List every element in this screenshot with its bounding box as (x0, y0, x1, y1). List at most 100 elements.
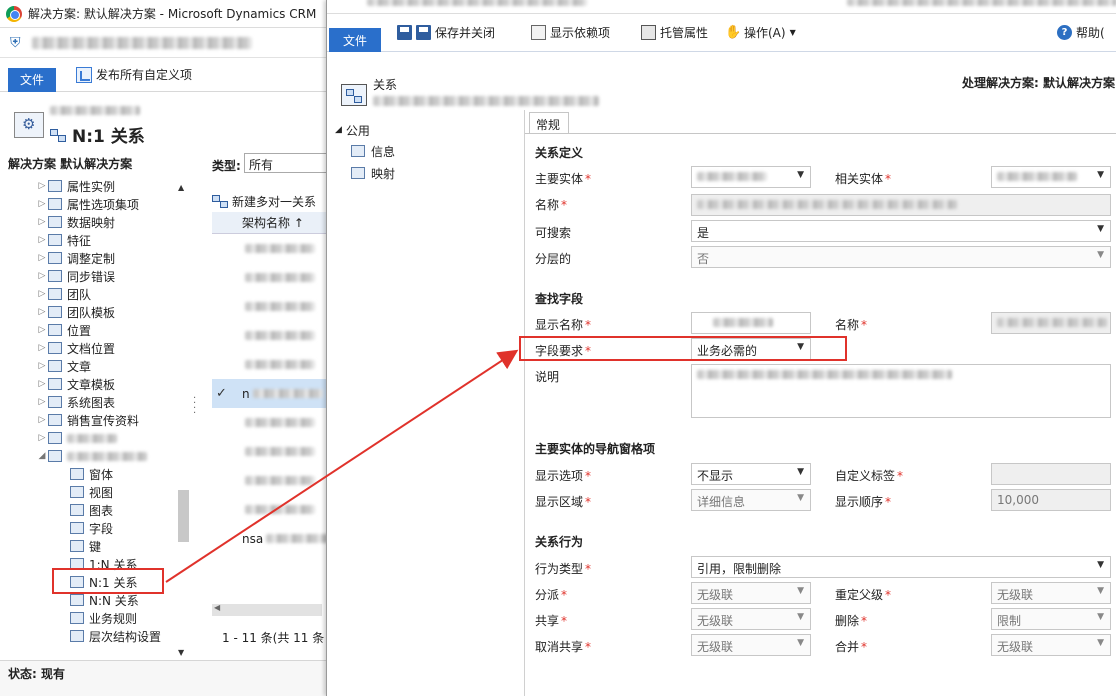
back-file-tab[interactable]: 文件 (8, 67, 56, 92)
table-row[interactable] (212, 234, 330, 263)
expand-icon[interactable]: ▷ (36, 289, 48, 299)
show-dependencies-button[interactable]: 显示依赖项 (531, 24, 610, 41)
tree-item[interactable]: ▷ 特征 (0, 231, 198, 249)
tree-scroll-down[interactable]: ▼ (178, 648, 184, 657)
tree-item[interactable]: 图表 (0, 501, 198, 519)
actions-menu[interactable]: ✋ 操作(A) ▼ (725, 24, 796, 41)
address-bar[interactable]: ⛨ (0, 28, 329, 58)
splitter-handle[interactable]: · · · · (193, 394, 196, 419)
primary-entity-select[interactable]: ▼ (691, 166, 811, 188)
managed-properties-button[interactable]: 托管属性 (641, 24, 708, 41)
type-select[interactable]: 所有 (244, 153, 330, 173)
delete-select[interactable]: 限制 ▼ (991, 608, 1111, 630)
nav-item-info[interactable]: 信息 (351, 140, 522, 162)
tree-item[interactable]: ▷ 文档位置 (0, 339, 198, 357)
tree-item[interactable]: ▷ 数据映射 (0, 213, 198, 231)
grid-hscroll[interactable] (212, 603, 322, 616)
expand-icon[interactable]: ▷ (36, 235, 48, 245)
tree-scrollbar[interactable] (178, 490, 189, 542)
display-area-select[interactable]: 详细信息 ▼ (691, 489, 811, 511)
expand-icon[interactable]: ▷ (36, 217, 48, 227)
table-row[interactable]: ✓ n (212, 379, 330, 408)
relationship-icon (212, 194, 228, 208)
tree-item[interactable]: ◢ (0, 447, 198, 465)
front-file-tab[interactable]: 文件 (329, 28, 381, 52)
nav-common[interactable]: ◢ 公用 (335, 120, 522, 140)
tree-item[interactable]: ▷ 调整定制 (0, 249, 198, 267)
table-row[interactable] (212, 437, 330, 466)
nav-item-mapping[interactable]: 映射 (351, 162, 522, 184)
expand-icon[interactable]: ▷ (36, 343, 48, 353)
node-icon (48, 270, 62, 282)
tree-item-label: 层次结构设置 (89, 629, 162, 644)
info-icon (351, 145, 365, 157)
help-button[interactable]: ? 帮助( (1057, 24, 1105, 41)
table-row[interactable] (212, 466, 330, 495)
hierarchical-select[interactable]: 否 ▼ (691, 246, 1111, 268)
tree-item[interactable]: 键 (0, 537, 198, 555)
lookup-name-field[interactable] (991, 312, 1111, 334)
tree-item[interactable]: ▷ (0, 429, 198, 447)
tree-item[interactable]: 窗体 (0, 465, 198, 483)
behavior-type-select[interactable]: 引用，限制删除 ▼ (691, 556, 1111, 578)
chevron-down-icon: ◢ (335, 125, 342, 135)
table-row[interactable] (212, 321, 330, 350)
tree-item[interactable]: ▷ 文章 (0, 357, 198, 375)
expand-icon[interactable]: ▷ (36, 325, 48, 335)
tree-item[interactable]: 视图 (0, 483, 198, 501)
unshare-select[interactable]: 无级联 ▼ (691, 634, 811, 656)
tree-item[interactable]: ▷ 团队模板 (0, 303, 198, 321)
expand-icon[interactable]: ▷ (36, 253, 48, 263)
expand-icon[interactable]: ▷ (36, 415, 48, 425)
table-row[interactable] (212, 292, 330, 321)
name-field[interactable] (691, 194, 1111, 216)
label-display-option: 显示选项 * (535, 469, 592, 483)
tree-item[interactable]: ▷ 位置 (0, 321, 198, 339)
table-row[interactable] (212, 263, 330, 292)
tree-item[interactable]: 层次结构设置 (0, 627, 198, 645)
tree-item[interactable]: 字段 (0, 519, 198, 537)
display-order-field[interactable]: 10,000 (991, 489, 1111, 511)
tree-item[interactable]: ▷ 属性实例 (0, 177, 198, 195)
table-row[interactable] (212, 408, 330, 437)
expand-icon[interactable]: ▷ (36, 307, 48, 317)
share-select[interactable]: 无级联 ▼ (691, 608, 811, 630)
expand-icon[interactable]: ▷ (36, 379, 48, 389)
tab-general[interactable]: 常规 (529, 112, 569, 134)
check-icon[interactable]: ✓ (216, 386, 227, 401)
tree-item[interactable]: ▷ 文章模板 (0, 375, 198, 393)
display-option-select[interactable]: 不显示 ▼ (691, 463, 811, 485)
expand-icon[interactable]: ▷ (36, 361, 48, 371)
custom-label-field[interactable] (991, 463, 1111, 485)
reparent-select[interactable]: 无级联 ▼ (991, 582, 1111, 604)
tree-item[interactable]: ▷ 属性选项集项 (0, 195, 198, 213)
label-lookup-name: 名称 * (835, 318, 868, 332)
table-row[interactable] (212, 495, 330, 524)
grid-header-schema-name[interactable]: 架构名称 ↑ (212, 212, 330, 234)
expand-icon[interactable]: ▷ (36, 199, 48, 209)
tree-item[interactable]: ▷ 同步错误 (0, 267, 198, 285)
table-row[interactable] (212, 350, 330, 379)
display-name-field[interactable] (691, 312, 811, 334)
table-row[interactable]: nsa (212, 524, 330, 553)
assign-select[interactable]: 无级联 ▼ (691, 582, 811, 604)
tree-item[interactable]: ▷ 销售宣传资料 (0, 411, 198, 429)
tree-scroll-up[interactable]: ▲ (178, 183, 184, 192)
expand-icon[interactable]: ◢ (36, 451, 48, 461)
description-field[interactable] (691, 364, 1111, 418)
merge-select[interactable]: 无级联 ▼ (991, 634, 1111, 656)
publish-all-button[interactable]: 发布所有自定义项 (76, 66, 192, 83)
tree-item[interactable]: 业务规则 (0, 609, 198, 627)
save-close-button[interactable]: 保存并关闭 (397, 24, 495, 41)
tree-item[interactable]: ▷ 系统图表 (0, 393, 198, 411)
tree-item[interactable]: ▷ 团队 (0, 285, 198, 303)
expand-icon[interactable]: ▷ (36, 397, 48, 407)
expand-icon[interactable]: ▷ (36, 433, 48, 443)
expand-icon[interactable]: ▷ (36, 181, 48, 191)
searchable-select[interactable]: 是 ▼ (691, 220, 1111, 242)
new-many-to-one-button[interactable]: 新建多对一关系 (212, 190, 330, 212)
expand-icon[interactable]: ▷ (36, 271, 48, 281)
tree-item-label: 文章 (67, 359, 92, 374)
new-rel-label: 新建多对一关系 (232, 194, 317, 209)
related-entity-select[interactable]: ▼ (991, 166, 1111, 188)
